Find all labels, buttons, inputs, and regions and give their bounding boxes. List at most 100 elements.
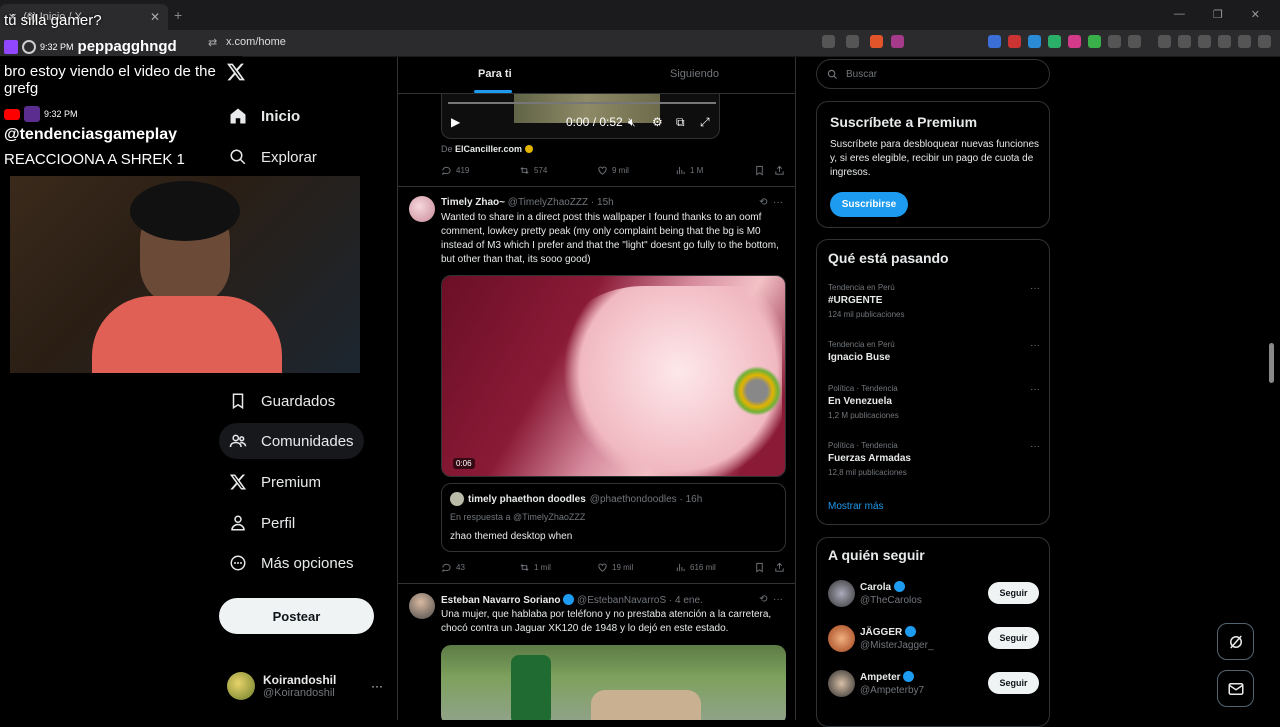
puzzle-extensions-icon[interactable] xyxy=(1108,35,1121,48)
trend-item[interactable]: Tendencia en Perú #URGENTE 124 mil publi… xyxy=(828,283,1040,319)
minimize-icon[interactable]: — xyxy=(1174,8,1185,21)
tweet-author[interactable]: Timely Zhao~ xyxy=(441,197,505,208)
nav-communities[interactable]: Comunidades xyxy=(219,423,364,459)
extension-icon[interactable] xyxy=(1008,35,1021,48)
wallet-icon[interactable] xyxy=(1198,35,1211,48)
green-extension-icon[interactable] xyxy=(1048,35,1061,48)
tab-manager-icon[interactable] xyxy=(1128,35,1141,48)
follow-button[interactable]: Seguir xyxy=(988,582,1039,604)
maximize-icon[interactable]: ❐ xyxy=(1213,8,1223,21)
tab-close-icon[interactable]: ✕ xyxy=(150,10,160,24)
menu-icon[interactable] xyxy=(1258,35,1271,48)
like-button[interactable]: 19 mil xyxy=(597,562,633,573)
follow-button[interactable]: Seguir xyxy=(988,627,1039,649)
search-input[interactable]: Buscar xyxy=(816,59,1050,89)
more-icon[interactable]: ··· xyxy=(1030,441,1040,452)
tweet-media-video[interactable]: 0:06 xyxy=(441,275,786,477)
tab-following[interactable]: Siguiendo xyxy=(670,68,719,80)
trend-item[interactable]: Política · Tendencia Fuerzas Armadas 12,… xyxy=(828,441,1040,477)
bookmark-icon[interactable] xyxy=(754,165,765,176)
trend-item[interactable]: Tendencia en Perú Ignacio Buse ··· xyxy=(828,340,1040,363)
nav-explore[interactable]: Explorar xyxy=(219,139,327,175)
share-icon[interactable] xyxy=(774,562,785,573)
tweet-handle[interactable]: @EstebanNavarroS · 4 ene. xyxy=(577,595,703,606)
retweet-button[interactable]: 574 xyxy=(519,165,547,176)
reply-count: 43 xyxy=(456,563,465,572)
close-window-icon[interactable]: ✕ xyxy=(1251,8,1260,21)
bookmark-icon[interactable] xyxy=(754,562,765,573)
rewards-icon[interactable] xyxy=(891,35,904,48)
views-button[interactable]: 616 mil xyxy=(675,562,716,573)
chat-time: 9:32 PM xyxy=(40,41,74,52)
url-text[interactable]: x.com/home xyxy=(226,36,286,48)
video-progress-bar[interactable] xyxy=(448,102,716,104)
trend-item[interactable]: Política · Tendencia En Venezuela 1,2 M … xyxy=(828,384,1040,420)
fullscreen-icon[interactable]: ⤢ xyxy=(700,115,710,130)
quote-reply-to: En respuesta a @TimelyZhaoZZZ xyxy=(450,512,586,522)
source-name[interactable]: ElCanciller.com xyxy=(455,144,522,154)
downloads-icon[interactable] xyxy=(1218,35,1231,48)
follow-suggestion[interactable]: Carola @TheCarolos Seguir xyxy=(828,580,1040,610)
retweet-button[interactable]: 1 mil xyxy=(519,562,551,573)
quote-header: timely phaethon doodles @phaethondoodles… xyxy=(450,492,702,506)
nav-more[interactable]: Más opciones xyxy=(219,545,364,581)
x-logo-icon[interactable] xyxy=(226,62,246,82)
audio-extension-icon[interactable] xyxy=(1028,35,1041,48)
tab-for-you[interactable]: Para ti xyxy=(478,68,512,80)
nav-premium[interactable]: Premium xyxy=(219,464,331,500)
new-tab-button[interactable]: + xyxy=(174,7,182,23)
account-more-icon[interactable]: ··· xyxy=(371,679,383,693)
nav-home[interactable]: Inicio xyxy=(219,98,310,134)
screenshot-icon[interactable] xyxy=(822,35,835,48)
grok-button[interactable] xyxy=(1217,623,1254,660)
brave-shield-icon[interactable] xyxy=(870,35,883,48)
tweet-handle[interactable]: @TimelyZhaoZZZ · 15h xyxy=(508,197,614,208)
grok-and-more-icons[interactable]: ⟲ ··· xyxy=(759,197,783,208)
page-scrollbar[interactable] xyxy=(1269,343,1274,383)
tweet-media-image[interactable] xyxy=(441,645,786,720)
messages-button[interactable] xyxy=(1217,670,1254,707)
reply-button[interactable]: 419 xyxy=(441,165,469,176)
more-icon[interactable]: ··· xyxy=(1030,384,1040,395)
translate-extension-icon[interactable] xyxy=(988,35,1001,48)
tweet-author[interactable]: Esteban Navarro Soriano xyxy=(441,595,560,606)
account-switcher[interactable]: Koirandoshil @Koirandoshil xyxy=(227,670,387,702)
subscribe-button[interactable]: Suscribirse xyxy=(830,192,908,217)
verified-gold-icon xyxy=(524,145,533,153)
more-icon[interactable]: ··· xyxy=(1030,283,1040,294)
follow-suggestion[interactable]: JÄGGER @MisterJagger_ Seguir xyxy=(828,625,1040,655)
avatar[interactable] xyxy=(409,196,435,222)
search-icon xyxy=(827,69,838,80)
vpn-icon[interactable] xyxy=(1238,35,1251,48)
like-button[interactable]: 9 mil xyxy=(597,165,629,176)
views-button[interactable]: 1 M xyxy=(675,165,703,176)
mute-icon[interactable]: 🔇︎ xyxy=(628,115,636,130)
site-settings-icon[interactable]: ⇄ xyxy=(208,36,217,49)
settings-icon[interactable]: ⚙ xyxy=(652,115,663,129)
play-icon[interactable]: ▶ xyxy=(451,115,460,129)
share-icon[interactable] xyxy=(774,165,785,176)
pip-icon[interactable]: ⧉ xyxy=(676,115,685,130)
reply-button[interactable]: 43 xyxy=(441,562,465,573)
video-player[interactable]: ▶ 0:00 / 0:52 🔇︎ ⚙ ⧉ ⤢ xyxy=(441,93,720,139)
follow-suggestion[interactable]: Ampeter @Ampeterby7 Seguir xyxy=(828,670,1040,700)
sidebar-icon[interactable] xyxy=(1178,35,1191,48)
search-placeholder: Buscar xyxy=(846,68,878,80)
grok-and-more-icons[interactable]: ⟲ ··· xyxy=(759,594,783,605)
follow-button[interactable]: Seguir xyxy=(988,672,1039,694)
media-icon[interactable] xyxy=(1158,35,1171,48)
post-button[interactable]: Postear xyxy=(219,598,374,634)
show-more-link[interactable]: Mostrar más xyxy=(828,501,884,512)
nav-label: Explorar xyxy=(261,148,317,166)
user-icon xyxy=(22,39,36,54)
nav-bookmarks[interactable]: Guardados xyxy=(219,383,345,419)
quoted-tweet[interactable]: timely phaethon doodles @phaethondoodles… xyxy=(441,483,786,552)
search-icon xyxy=(229,148,247,166)
leaf-extension-icon[interactable] xyxy=(1088,35,1101,48)
more-icon[interactable]: ··· xyxy=(1030,340,1040,351)
nav-profile[interactable]: Perfil xyxy=(219,505,305,541)
share-icon[interactable] xyxy=(846,35,859,48)
pink-extension-icon[interactable] xyxy=(1068,35,1081,48)
profile-icon xyxy=(229,514,247,532)
avatar[interactable] xyxy=(409,593,435,619)
